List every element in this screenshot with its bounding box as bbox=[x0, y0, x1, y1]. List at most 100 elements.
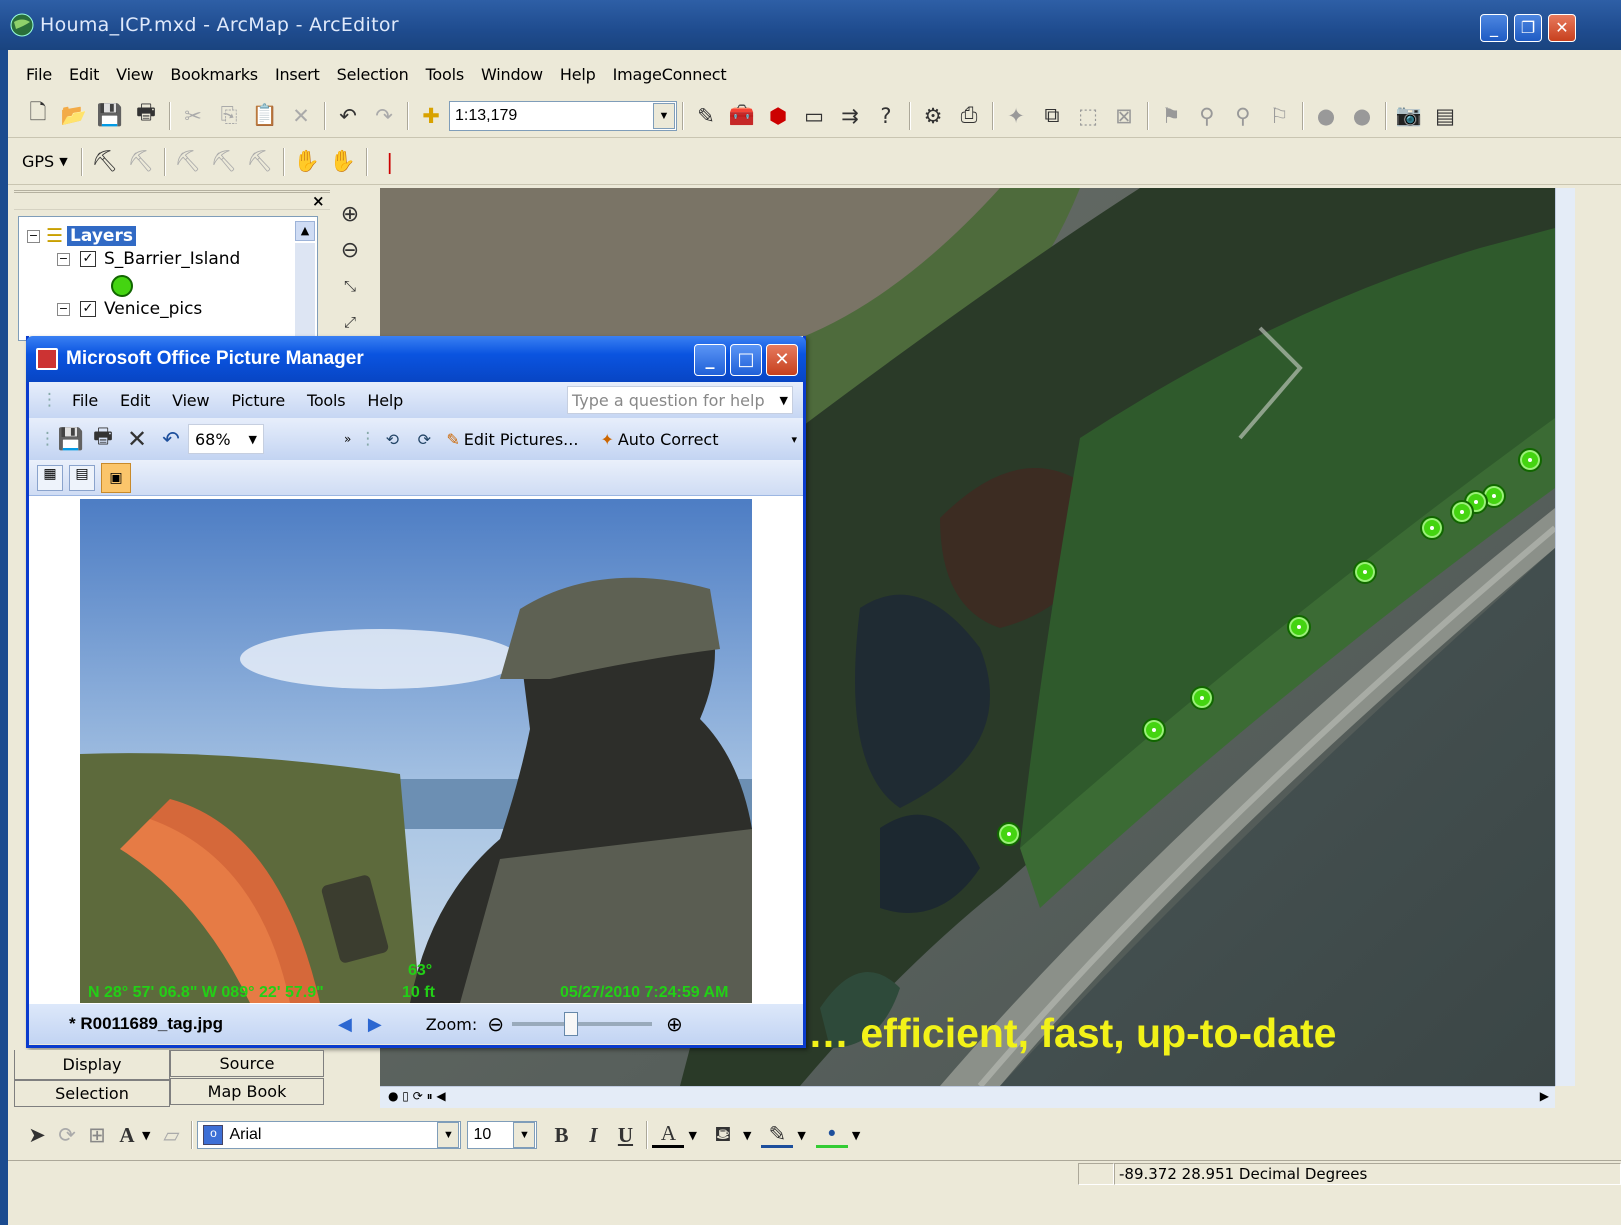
pm-save-icon[interactable]: 💾 bbox=[56, 422, 86, 456]
bold-icon[interactable]: B bbox=[545, 1118, 577, 1152]
single-picture-view-icon[interactable]: ▣ bbox=[101, 462, 131, 493]
save-icon[interactable]: 💾 bbox=[92, 99, 128, 133]
pm-menu-file[interactable]: File bbox=[72, 391, 98, 410]
previous-picture-icon[interactable]: ◀ bbox=[338, 1014, 352, 1035]
map-horizontal-scrollbar[interactable]: ● ▯ ⟳ ⏸ ◀ ▶ bbox=[380, 1086, 1555, 1108]
help-search-box[interactable]: Type a question for help ▼ bbox=[567, 386, 793, 414]
thumbnail-view-icon[interactable]: ▦ bbox=[37, 464, 63, 491]
add-data-icon[interactable]: ✚ bbox=[413, 99, 449, 133]
menu-bookmarks[interactable]: Bookmarks bbox=[170, 65, 258, 84]
pm-maximize-button[interactable]: □ bbox=[730, 344, 762, 376]
menu-view[interactable]: View bbox=[116, 65, 153, 84]
collapse-icon[interactable]: − bbox=[57, 302, 70, 316]
new-text-icon[interactable]: A bbox=[112, 1118, 142, 1152]
restore-button[interactable]: ❐ bbox=[1514, 14, 1542, 42]
chevron-down-icon[interactable]: ▼ bbox=[797, 1129, 805, 1142]
menu-help[interactable]: Help bbox=[560, 65, 596, 84]
menu-imageconnect[interactable]: ImageConnect bbox=[613, 65, 727, 84]
italic-icon[interactable]: I bbox=[577, 1118, 609, 1152]
zoom-out-icon[interactable]: ⊖ bbox=[330, 232, 370, 268]
layer-checkbox[interactable]: ✓ bbox=[80, 251, 96, 267]
paste-icon[interactable]: 📋 bbox=[247, 99, 283, 133]
toc-layer[interactable]: − ✓ S_Barrier_Island bbox=[57, 249, 240, 269]
gps-disconnect-icon[interactable]: ⛏ bbox=[123, 145, 159, 179]
slider-thumb[interactable] bbox=[564, 1012, 578, 1036]
copy-icon[interactable]: ⎘ bbox=[211, 99, 247, 133]
add-point-icon[interactable]: ✦ bbox=[998, 99, 1034, 133]
delete-icon[interactable]: ✕ bbox=[283, 99, 319, 133]
pm-delete-icon[interactable]: ✕ bbox=[120, 422, 154, 456]
pin-remove-icon[interactable]: ⚲ bbox=[1225, 99, 1261, 133]
next-picture-icon[interactable]: ▶ bbox=[368, 1014, 382, 1035]
pm-zoom-slider[interactable] bbox=[512, 1012, 652, 1036]
edit-pictures-button[interactable]: ✎ Edit Pictures... bbox=[446, 430, 578, 449]
pm-zoom-combo[interactable]: 68% ▼ bbox=[188, 424, 264, 454]
toc-root[interactable]: − ☰ Layers bbox=[27, 225, 136, 247]
tab-display[interactable]: Display bbox=[14, 1050, 170, 1080]
redo-icon[interactable]: ↷ bbox=[366, 99, 402, 133]
pin-icon[interactable]: ⚲ bbox=[1189, 99, 1225, 133]
whats-this-icon[interactable]: ? bbox=[868, 99, 904, 133]
print-icon[interactable]: 🖶 bbox=[128, 99, 164, 133]
command-window-icon[interactable]: ▭ bbox=[796, 99, 832, 133]
zoom-whole-page-icon[interactable]: ⊞ bbox=[82, 1118, 112, 1152]
underline-icon[interactable]: U bbox=[609, 1118, 641, 1152]
chevron-down-icon[interactable]: ▼ bbox=[852, 1129, 860, 1142]
scroll-up-icon[interactable]: ▲ bbox=[295, 221, 315, 241]
gps-settings-icon[interactable]: ⛏ bbox=[242, 145, 278, 179]
photo-point-marker[interactable] bbox=[997, 822, 1021, 846]
collapse-icon[interactable]: − bbox=[27, 229, 40, 243]
minimize-button[interactable]: _ bbox=[1480, 14, 1508, 42]
pm-menu-help[interactable]: Help bbox=[367, 391, 403, 410]
filmstrip-view-icon[interactable]: ▤ bbox=[69, 464, 95, 491]
close-button[interactable]: ✕ bbox=[1548, 14, 1576, 42]
menu-file[interactable]: File bbox=[26, 65, 52, 84]
zoom-out-icon[interactable]: ⊖ bbox=[487, 1012, 504, 1036]
table-icon[interactable]: ▤ bbox=[1427, 99, 1463, 133]
pm-close-button[interactable]: ✕ bbox=[766, 344, 798, 376]
photo-point-marker[interactable] bbox=[1450, 500, 1474, 524]
zoom-in-icon[interactable]: ⊕ bbox=[330, 196, 370, 232]
chevron-down-icon[interactable]: ▼ bbox=[743, 1129, 751, 1142]
pm-menu-tools[interactable]: Tools bbox=[307, 391, 346, 410]
data-view-icon[interactable]: ● ▯ ⟳ ⏸ ◀ bbox=[388, 1089, 446, 1104]
menu-window[interactable]: Window bbox=[481, 65, 543, 84]
photo-point-marker[interactable] bbox=[1518, 448, 1542, 472]
rotate-left-icon[interactable]: ⟲ bbox=[376, 422, 408, 456]
arccatalog-icon[interactable]: ⬢ bbox=[760, 99, 796, 133]
fill-color-icon[interactable]: ⛾ bbox=[707, 1118, 739, 1152]
undo-icon[interactable]: ↶ bbox=[330, 99, 366, 133]
line-color-icon[interactable]: ✎ bbox=[761, 1122, 794, 1148]
chevron-down-icon[interactable]: ▼ bbox=[142, 1129, 150, 1142]
fixed-zoom-out-icon[interactable]: ⤢ bbox=[330, 304, 370, 340]
camera-icon[interactable]: 📷 bbox=[1391, 99, 1427, 133]
pm-menu-view[interactable]: View bbox=[172, 391, 209, 410]
layer-checkbox[interactable]: ✓ bbox=[80, 301, 96, 317]
pm-minimize-button[interactable]: _ bbox=[694, 344, 726, 376]
new-document-icon[interactable]: 🗋 bbox=[20, 99, 56, 133]
marker-color-icon[interactable]: • bbox=[815, 1122, 848, 1148]
toc-close-icon[interactable]: × bbox=[312, 192, 330, 210]
photo-point-marker[interactable] bbox=[1190, 686, 1214, 710]
pm-print-icon[interactable]: 🖶 bbox=[86, 422, 120, 456]
zoom-in-icon[interactable]: ⊕ bbox=[666, 1012, 683, 1036]
gps-pan-icon[interactable]: ✋ bbox=[289, 145, 325, 179]
hyperlink-icon[interactable]: ⧉ bbox=[1034, 99, 1070, 133]
pm-menu-edit[interactable]: Edit bbox=[120, 391, 150, 410]
menu-tools[interactable]: Tools bbox=[426, 65, 465, 84]
rotate-right-icon[interactable]: ⟳ bbox=[408, 422, 440, 456]
record-icon[interactable]: ● bbox=[1308, 99, 1344, 133]
gps-marker-icon[interactable]: ❘ bbox=[372, 145, 408, 179]
clear-selection-icon[interactable]: ⊠ bbox=[1106, 99, 1142, 133]
chevron-down-icon[interactable]: ▼ bbox=[513, 1122, 536, 1148]
chevron-down-icon[interactable]: ▼ bbox=[780, 394, 788, 407]
stop-icon[interactable]: ● bbox=[1344, 99, 1380, 133]
chevron-down-icon[interactable]: ▼ bbox=[249, 433, 257, 446]
georeference-icon[interactable]: ⚙ bbox=[915, 99, 951, 133]
rotate-icon[interactable]: ⟳ bbox=[52, 1118, 82, 1152]
gps-follow-icon[interactable]: ✋ bbox=[325, 145, 361, 179]
menu-insert[interactable]: Insert bbox=[275, 65, 320, 84]
photo-point-marker[interactable] bbox=[1420, 516, 1444, 540]
pin-list-icon[interactable]: ⚐ bbox=[1261, 99, 1297, 133]
toolbar-options-icon[interactable]: ▾ bbox=[791, 433, 797, 446]
